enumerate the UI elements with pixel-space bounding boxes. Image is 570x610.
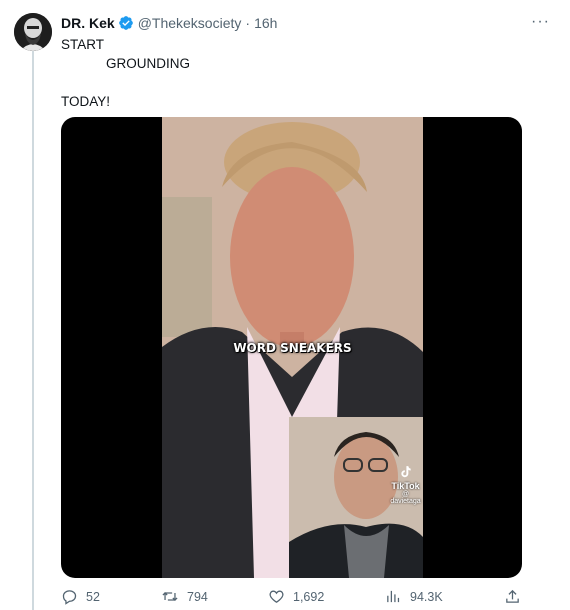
reply-count: 52 — [86, 589, 100, 604]
timestamp[interactable]: 16h — [254, 15, 277, 31]
retweet-count: 794 — [187, 589, 208, 604]
action-bar: 52 794 1,692 94.3K — [61, 588, 522, 608]
separator-dot: · — [245, 15, 251, 31]
verified-icon — [118, 15, 134, 31]
like-count: 1,692 — [293, 589, 325, 604]
share-icon — [504, 588, 521, 605]
video-player[interactable]: WORD SNEAKERS TikTok @ davietaga — [61, 117, 522, 578]
thread-line — [32, 50, 34, 610]
avatar[interactable] — [14, 13, 52, 51]
more-icon[interactable]: ··· — [531, 13, 550, 31]
retweet-icon — [161, 588, 179, 605]
views-button[interactable]: 94.3K — [385, 588, 443, 605]
tiktok-watermark: TikTok @ davietaga — [388, 465, 423, 505]
like-icon — [268, 588, 285, 605]
author-handle[interactable]: @Thekeksociety — [138, 15, 242, 31]
tweet-text: START GROUNDING TODAY! — [61, 37, 191, 109]
views-count: 94.3K — [410, 589, 443, 604]
reply-button[interactable]: 52 — [61, 588, 100, 605]
tiktok-user: @ davietaga — [390, 491, 421, 505]
tiktok-brand: TikTok — [391, 481, 420, 491]
tweet-header: DR. Kek @Thekeksociety · 16h ··· — [61, 13, 550, 33]
author-name[interactable]: DR. Kek — [61, 15, 115, 31]
reply-icon — [61, 588, 78, 605]
retweet-button[interactable]: 794 — [161, 588, 208, 605]
share-button[interactable] — [504, 588, 521, 605]
video-caption: WORD SNEAKERS — [233, 341, 352, 355]
views-icon — [385, 588, 402, 605]
video-frame: WORD SNEAKERS TikTok @ davietaga — [162, 117, 423, 578]
like-button[interactable]: 1,692 — [268, 588, 324, 605]
tiktok-logo-icon — [388, 465, 423, 481]
